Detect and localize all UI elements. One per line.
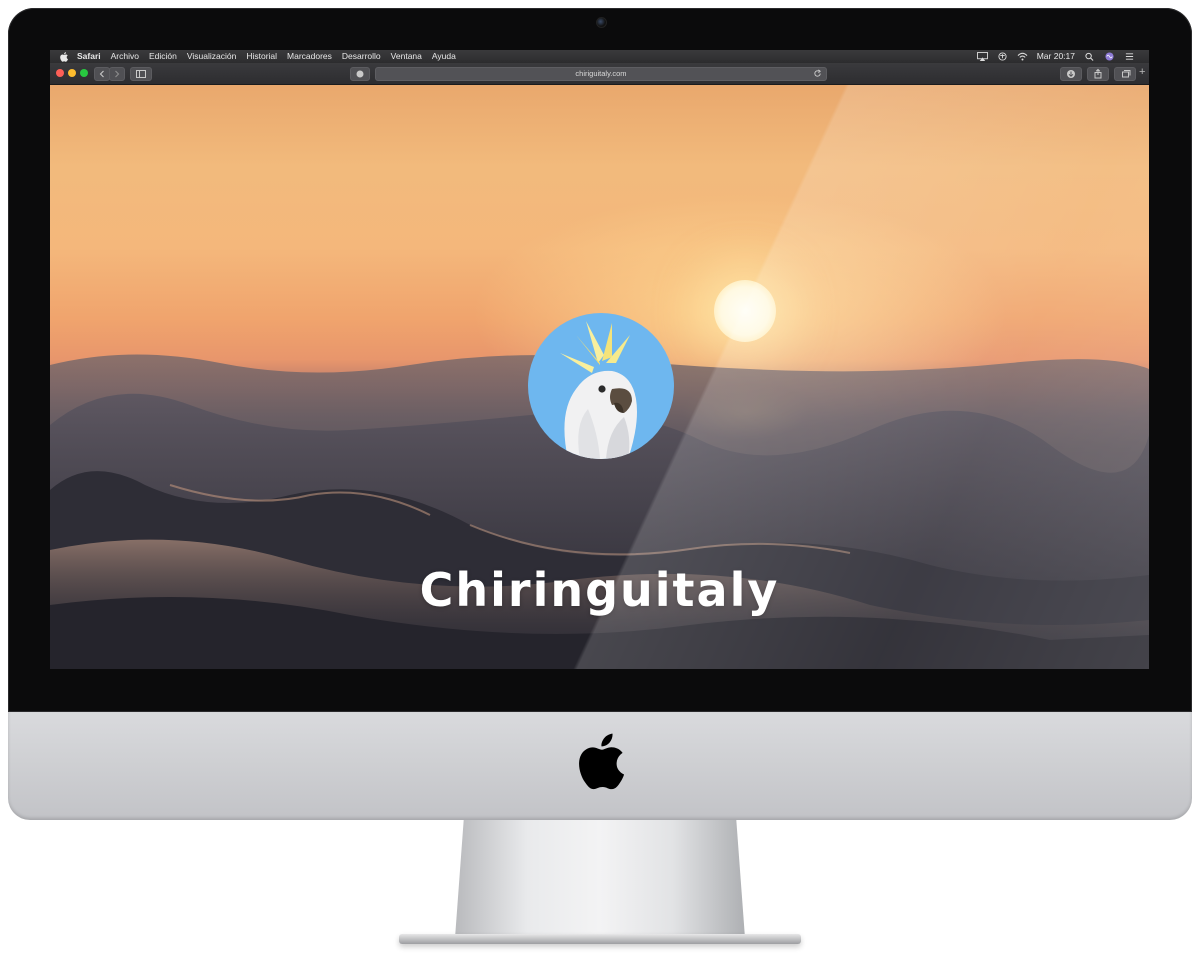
menu-item-historial[interactable]: Historial <box>246 50 277 63</box>
share-button[interactable] <box>1087 67 1109 81</box>
screen: Safari Archivo Edición Visualización His… <box>50 50 1149 669</box>
menu-bar: Safari Archivo Edición Visualización His… <box>50 50 1149 63</box>
sidebar-button[interactable] <box>130 67 152 81</box>
download-icon <box>1067 70 1075 78</box>
forward-button[interactable] <box>109 67 125 81</box>
reader-button[interactable] <box>350 67 370 81</box>
apple-logo-icon <box>579 733 625 790</box>
notifications-icon[interactable] <box>1124 52 1135 61</box>
back-icon <box>99 70 104 78</box>
menu-item-marcadores[interactable]: Marcadores <box>287 50 332 63</box>
close-window-button[interactable] <box>56 69 64 77</box>
site-title: Chiringuitaly <box>419 563 780 617</box>
siri-icon[interactable] <box>1104 52 1115 61</box>
menu-item-visualizacion[interactable]: Visualización <box>187 50 236 63</box>
camera <box>596 17 607 28</box>
address-url: chiriguitaly.com <box>575 69 627 78</box>
reload-icon[interactable] <box>813 69 822 78</box>
menu-item-desarrollo[interactable]: Desarrollo <box>342 50 381 63</box>
sun <box>714 280 776 342</box>
share-icon <box>1094 68 1102 79</box>
menu-item-archivo[interactable]: Archivo <box>111 50 139 63</box>
forward-icon <box>115 70 120 78</box>
tabs-icon <box>1122 70 1131 78</box>
cockatoo-logo[interactable] <box>528 313 674 459</box>
sidebar-icon <box>136 70 146 78</box>
menu-item-ventana[interactable]: Ventana <box>391 50 422 63</box>
tabs-button[interactable] <box>1114 67 1136 81</box>
menu-item-edicion[interactable]: Edición <box>149 50 177 63</box>
address-bar[interactable]: chiriguitaly.com <box>375 67 827 81</box>
airplay-icon[interactable] <box>976 52 988 61</box>
reader-icon <box>356 70 364 78</box>
menu-item-ayuda[interactable]: Ayuda <box>432 50 456 63</box>
imac-stand <box>455 820 745 938</box>
downloads-button[interactable] <box>1060 67 1082 81</box>
back-button[interactable] <box>94 67 110 81</box>
search-icon[interactable] <box>1084 52 1095 61</box>
web-page: Chiringuitaly <box>50 85 1149 669</box>
imac-stand-base <box>399 934 801 944</box>
menu-clock[interactable]: Mar 20:17 <box>1037 50 1075 63</box>
browser-toolbar: chiriguitaly.com + <box>50 63 1149 85</box>
accessibility-icon[interactable] <box>997 52 1008 61</box>
cockatoo-illustration <box>560 321 637 459</box>
status-area: Mar 20:17 <box>976 50 1149 63</box>
menu-app-name[interactable]: Safari <box>77 50 101 63</box>
apple-menu-icon[interactable] <box>59 51 69 62</box>
wifi-icon[interactable] <box>1017 52 1028 61</box>
zoom-window-button[interactable] <box>80 69 88 77</box>
minimize-window-button[interactable] <box>68 69 76 77</box>
new-tab-icon[interactable]: + <box>1139 66 1145 78</box>
